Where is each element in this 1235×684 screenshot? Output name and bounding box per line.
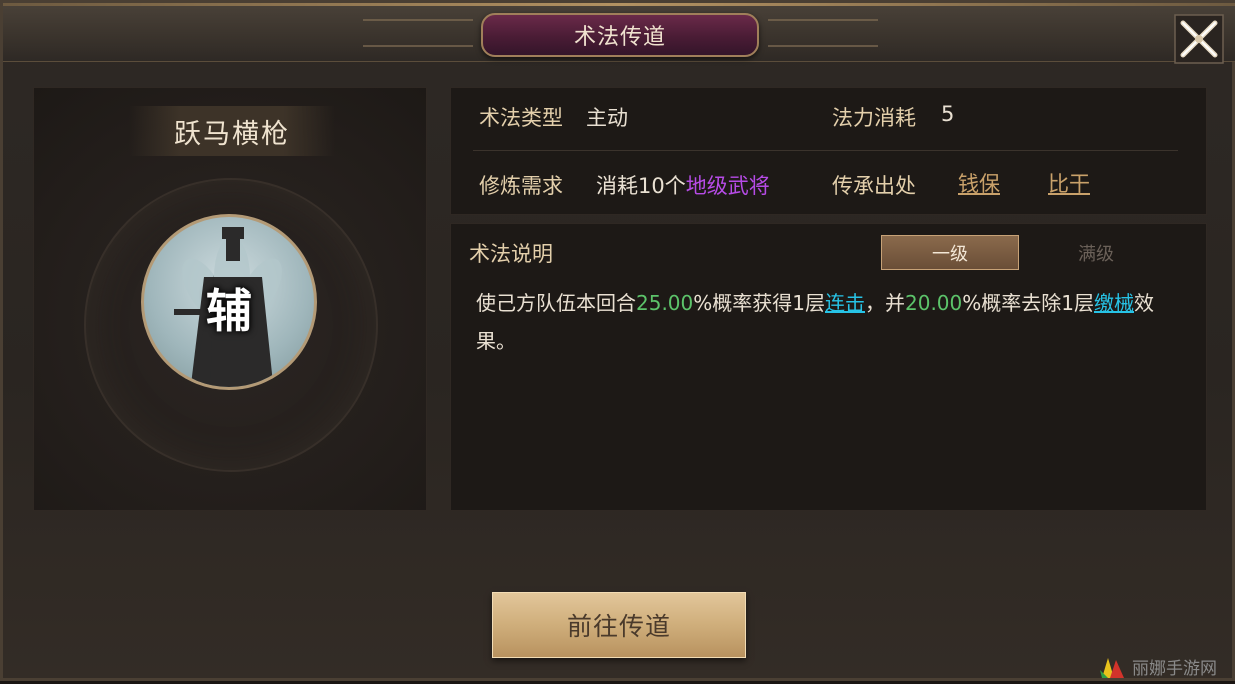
dialog-frame: 术法传道 跃马横枪 辅 术法类型 主动 法力消耗 5 修炼需求 消耗10个地级武… xyxy=(0,0,1235,681)
portrait-role-badge: 辅 xyxy=(206,284,252,338)
skill-description-panel: 术法说明 一级 满级 使己方队伍本回合25.00%概率获得1层连击，并20.00… xyxy=(450,223,1207,511)
mana-cost-value: 5 xyxy=(941,102,955,126)
title-bar: 术法传道 xyxy=(3,3,1235,64)
title-plate: 术法传道 xyxy=(481,13,759,57)
info-divider xyxy=(473,150,1178,151)
tab-max-level[interactable]: 满级 xyxy=(1041,235,1151,270)
desc-dispel-chance: 20.00 xyxy=(905,291,963,315)
inheritance-source-label: 传承出处 xyxy=(832,174,916,198)
keyword-link-combo[interactable]: 连击 xyxy=(825,291,865,315)
go-teach-label: 前往传道 xyxy=(566,612,671,641)
requirement-prefix: 消耗10个 xyxy=(596,174,686,198)
skill-type-value: 主动 xyxy=(586,106,628,130)
title-decoration-right xyxy=(768,19,878,47)
description-text: 使己方队伍本回合25.00%概率获得1层连击，并20.00%概率去除1层缴械效果… xyxy=(476,284,1186,360)
go-teach-button[interactable]: 前往传道 xyxy=(492,592,746,658)
skill-name-plate: 跃马横枪 xyxy=(129,106,335,156)
training-requirement-label: 修炼需求 xyxy=(479,174,563,198)
tab-level-1[interactable]: 一级 xyxy=(881,235,1019,270)
dialog-title: 术法传道 xyxy=(573,25,666,50)
skill-type-label: 术法类型 xyxy=(479,106,563,130)
close-button[interactable] xyxy=(1171,11,1227,67)
desc-segment: %概率获得1层 xyxy=(693,291,825,315)
skill-portrait: 辅 xyxy=(141,214,317,390)
description-label: 术法说明 xyxy=(469,242,553,266)
skill-portrait-panel: 跃马横枪 辅 xyxy=(33,87,427,511)
title-decoration-left xyxy=(363,19,473,47)
close-icon xyxy=(1174,14,1224,64)
source-link-bigan[interactable]: 比干 xyxy=(1048,168,1090,198)
watermark-logo-icon xyxy=(1100,657,1124,678)
watermark-text: 丽娜手游网 xyxy=(1132,659,1217,679)
mana-cost-label: 法力消耗 xyxy=(832,106,916,130)
desc-segment: 使己方队伍本回合 xyxy=(476,291,636,315)
desc-segment: ，并 xyxy=(865,291,905,315)
source-link-qianbao[interactable]: 钱保 xyxy=(958,168,1000,198)
watermark: 丽娜手游网 xyxy=(1098,649,1235,684)
desc-combo-chance: 25.00 xyxy=(636,291,694,315)
training-requirement-value: 消耗10个地级武将 xyxy=(596,170,770,200)
skill-name: 跃马横枪 xyxy=(174,118,290,150)
desc-segment: %概率去除1层 xyxy=(962,291,1094,315)
skill-info-panel: 术法类型 主动 法力消耗 5 修炼需求 消耗10个地级武将 传承出处 钱保 比干 xyxy=(450,87,1207,215)
keyword-link-disarm[interactable]: 缴械 xyxy=(1094,291,1134,315)
requirement-highlight: 地级武将 xyxy=(685,174,770,198)
